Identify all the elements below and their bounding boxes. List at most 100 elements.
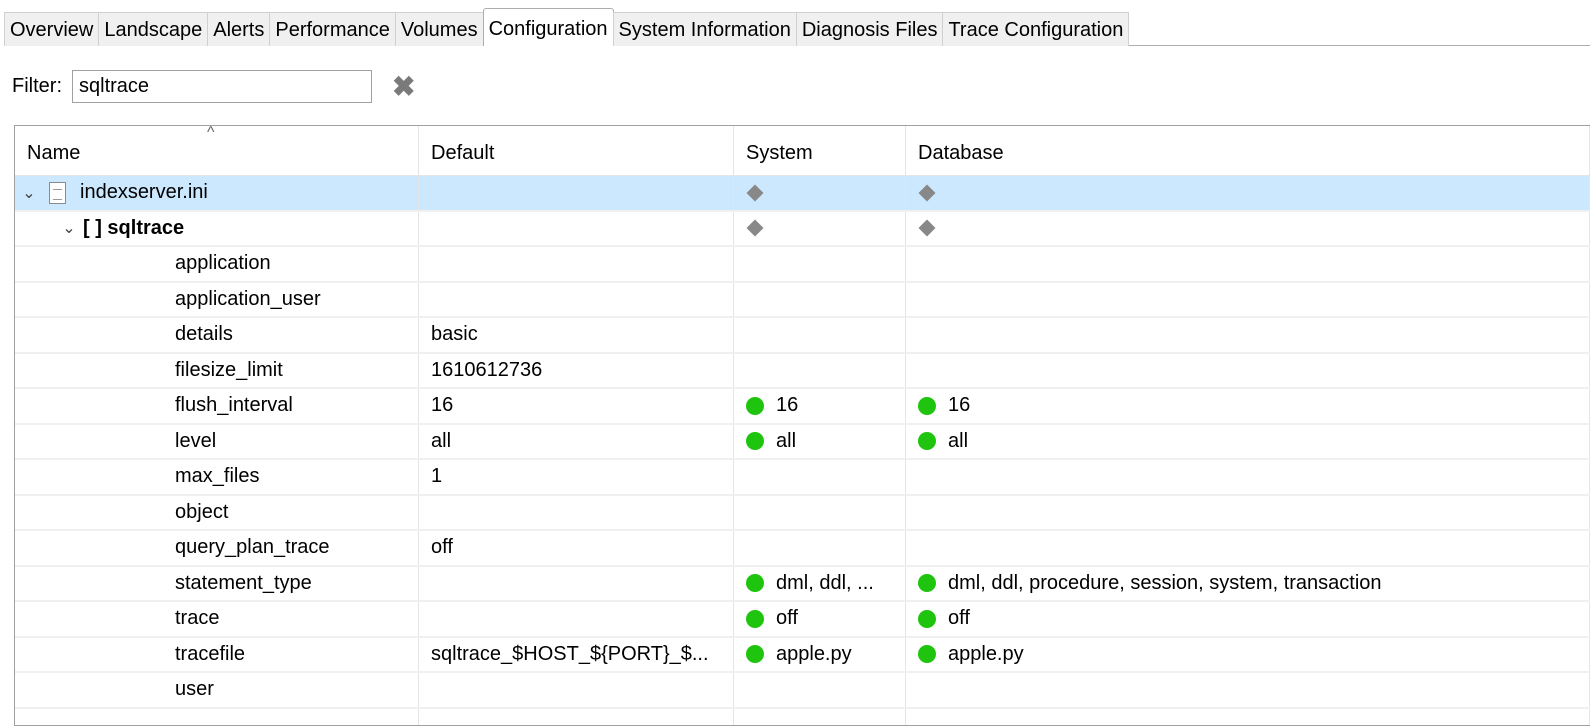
status-green-dot-icon bbox=[746, 609, 764, 628]
cell-name: user bbox=[15, 673, 419, 707]
cell-system-text: all bbox=[776, 429, 797, 452]
cell-name-text: max_files bbox=[175, 465, 260, 488]
tab-volumes[interactable]: Volumes bbox=[394, 12, 484, 46]
table-row[interactable]: tracefile sqltrace_$HOST_${PORT}_$... appl… bbox=[15, 637, 1590, 673]
tab-bar: Overview Landscape Alerts Performance Volume… bbox=[0, 0, 1590, 48]
tab-landscape[interactable]: Landscape bbox=[98, 12, 209, 46]
cell-system-text: off bbox=[776, 607, 798, 630]
cell-name-text: user bbox=[175, 678, 214, 701]
diamond-icon bbox=[746, 184, 764, 202]
cell-database bbox=[906, 247, 1590, 281]
tab-system-information[interactable]: System Information bbox=[612, 12, 797, 46]
cell-name-text: details bbox=[175, 323, 233, 346]
table-row[interactable]: flush_interval 16 16 16 bbox=[15, 389, 1590, 425]
cell-system bbox=[734, 495, 906, 529]
table-row[interactable]: application bbox=[15, 247, 1590, 283]
status-green-dot-icon bbox=[918, 432, 936, 451]
cell-database bbox=[906, 495, 1590, 529]
table-row[interactable]: filesize_limit 1610612736 bbox=[15, 353, 1590, 389]
cell-default: all bbox=[419, 424, 734, 458]
cell-system bbox=[734, 673, 906, 707]
sort-ascending-icon: ^ bbox=[207, 126, 215, 141]
cell-system bbox=[734, 318, 906, 352]
cell-default: basic bbox=[419, 318, 734, 352]
cell-name: details bbox=[15, 318, 419, 352]
tree-row-section[interactable]: ⌄[ ] sqltrace bbox=[15, 211, 1590, 247]
cell-database bbox=[906, 353, 1590, 387]
chevron-down-icon[interactable]: ⌄ bbox=[55, 218, 83, 238]
table-row[interactable]: trace off off bbox=[15, 602, 1590, 638]
file-icon bbox=[49, 181, 66, 204]
status-green-dot-icon bbox=[918, 645, 936, 664]
cell-system-text: 16 bbox=[776, 394, 799, 417]
cell-name: statement_type bbox=[15, 566, 419, 600]
cell-name-text: trace bbox=[175, 607, 220, 630]
cell-default-text: 16 bbox=[431, 394, 454, 417]
cell-system bbox=[734, 531, 906, 565]
cell-default bbox=[419, 673, 734, 707]
tab-configuration[interactable]: Configuration bbox=[482, 8, 614, 46]
cell-database: apple.py bbox=[906, 637, 1590, 671]
cell-database-text: apple.py bbox=[948, 642, 1024, 665]
table-row[interactable]: details basic bbox=[15, 318, 1590, 354]
cell-system-text: apple.py bbox=[776, 642, 852, 665]
column-header-default[interactable]: Default bbox=[419, 126, 734, 175]
status-green-dot-icon bbox=[918, 396, 936, 415]
cell-system: all bbox=[734, 424, 906, 458]
filter-input[interactable] bbox=[72, 70, 372, 103]
tab-alerts[interactable]: Alerts bbox=[207, 12, 271, 46]
diamond-icon bbox=[746, 219, 764, 237]
clear-filter-icon[interactable]: ✖ bbox=[392, 70, 415, 103]
cell-default-text: off bbox=[431, 536, 453, 559]
table-row[interactable]: max_files 1 bbox=[15, 460, 1590, 496]
cell-system-text: dml, ddl, ... bbox=[776, 571, 874, 594]
cell-name: trace bbox=[15, 602, 419, 636]
cell-name-text: query_plan_trace bbox=[175, 536, 330, 559]
cell-name: max_files bbox=[15, 460, 419, 494]
cell-system bbox=[734, 460, 906, 494]
cell-database bbox=[906, 531, 1590, 565]
cell-default bbox=[419, 566, 734, 600]
cell-database-text: dml, ddl, procedure, session, system, tr… bbox=[948, 571, 1382, 594]
table-row[interactable]: application_user bbox=[15, 282, 1590, 318]
table-row[interactable]: object bbox=[15, 495, 1590, 531]
column-header-name[interactable]: ^ Name bbox=[15, 126, 419, 175]
cell-name: filesize_limit bbox=[15, 353, 419, 387]
table-row[interactable]: user bbox=[15, 673, 1590, 709]
config-tree-table: ^ Name Default System Database ⌄ indexserv… bbox=[14, 125, 1590, 726]
cell-name: object bbox=[15, 495, 419, 529]
status-green-dot-icon bbox=[746, 574, 764, 593]
cell-name-text: application bbox=[175, 252, 271, 275]
cell-database-text: all bbox=[948, 429, 969, 452]
cell-default-text: all bbox=[431, 429, 452, 452]
table-row[interactable]: query_plan_trace off bbox=[15, 531, 1590, 567]
cell-default: 1 bbox=[419, 460, 734, 494]
cell-name-text: application_user bbox=[175, 287, 321, 310]
tab-trace-configuration[interactable]: Trace Configuration bbox=[942, 12, 1130, 46]
cell-database: 16 bbox=[906, 389, 1590, 423]
column-header-database[interactable]: Database bbox=[906, 126, 1590, 175]
cell-database: off bbox=[906, 602, 1590, 636]
tab-diagnosis-files[interactable]: Diagnosis Files bbox=[795, 12, 944, 46]
table-row[interactable]: statement_type dml, ddl, ... dml, ddl, pro… bbox=[15, 566, 1590, 602]
cell-system: dml, ddl, ... bbox=[734, 566, 906, 600]
cell-system: 16 bbox=[734, 389, 906, 423]
tree-row-file[interactable]: ⌄ indexserver.ini bbox=[15, 176, 1590, 212]
tab-overview[interactable]: Overview bbox=[4, 12, 100, 46]
status-green-dot-icon bbox=[746, 432, 764, 451]
table-row[interactable]: level all all all bbox=[15, 424, 1590, 460]
cell-system: apple.py bbox=[734, 637, 906, 671]
tree-row-next-file-partial[interactable] bbox=[15, 708, 1590, 725]
cell-system bbox=[734, 247, 906, 281]
cell-default: off bbox=[419, 531, 734, 565]
table-header: ^ Name Default System Database bbox=[15, 126, 1590, 176]
cell-name: flush_interval bbox=[15, 389, 419, 423]
tab-performance[interactable]: Performance bbox=[269, 12, 396, 46]
cell-name: query_plan_trace bbox=[15, 531, 419, 565]
column-header-system[interactable]: System bbox=[734, 126, 906, 175]
chevron-down-icon[interactable]: ⌄ bbox=[15, 183, 43, 203]
cell-database-text: 16 bbox=[948, 394, 971, 417]
cell-default-text: 1 bbox=[431, 465, 443, 488]
cell-database bbox=[906, 460, 1590, 494]
cell-default bbox=[419, 282, 734, 316]
